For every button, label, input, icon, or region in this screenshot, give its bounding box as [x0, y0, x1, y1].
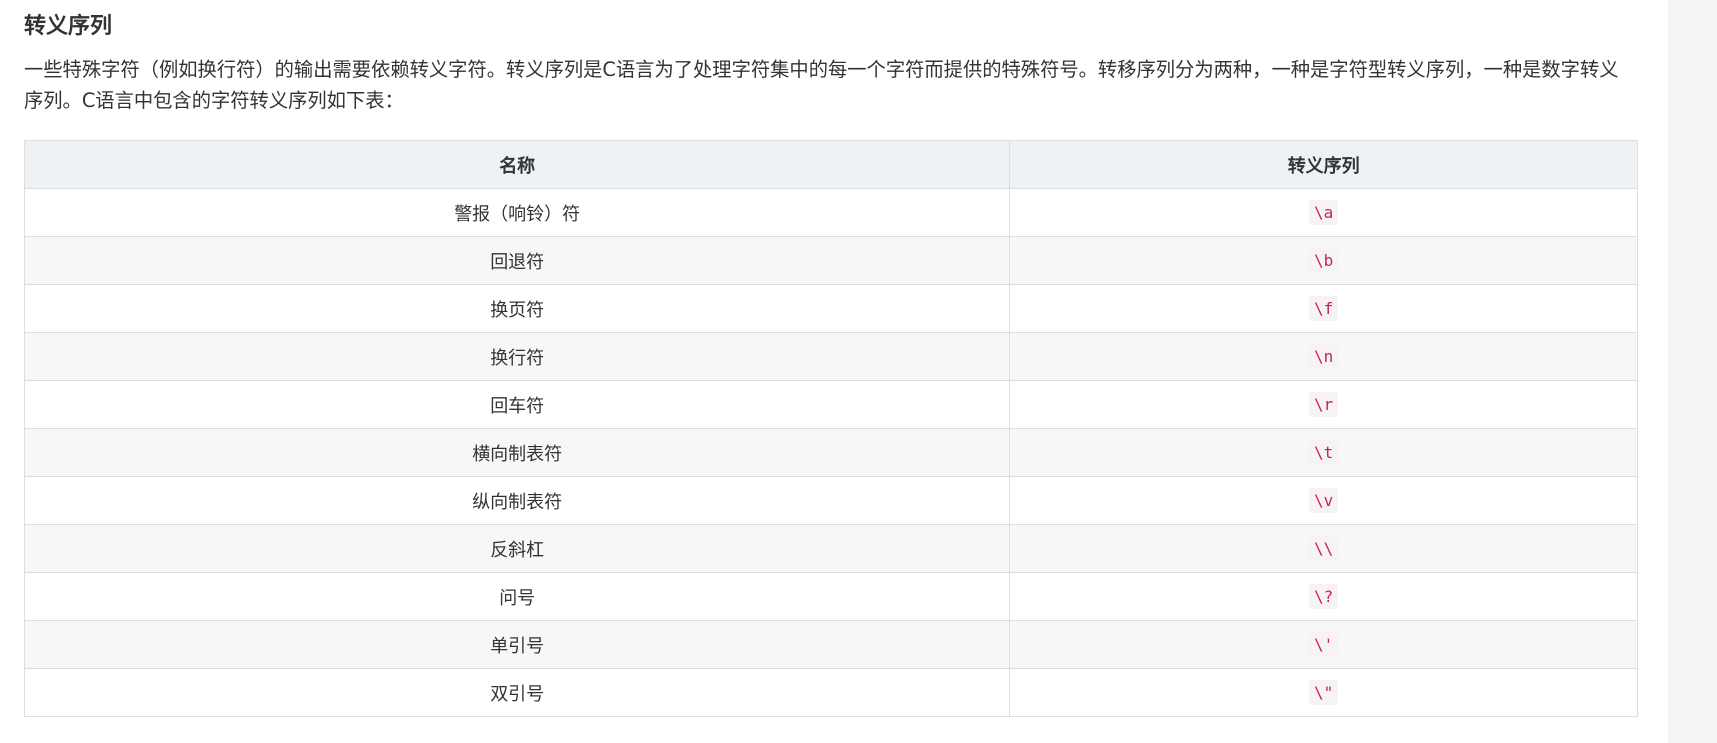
section-heading: 转义序列 — [24, 14, 113, 39]
escape-code: \? — [1309, 584, 1339, 609]
escape-code: \\ — [1309, 536, 1339, 561]
table-row: 换行符 \n — [23, 332, 1638, 381]
page: 转义序列 一些特殊字符（例如换行符）的输出需要依赖转义字符。转义序列是C语言为了… — [0, 0, 1717, 743]
row-sequence-cell: \n — [1009, 332, 1638, 381]
table-row: 换页符 \f — [23, 284, 1638, 333]
escape-code: \" — [1309, 680, 1339, 705]
row-name-cell: 单引号 — [23, 620, 1011, 669]
table-row: 警报（响铃）符 \a — [23, 188, 1638, 237]
article-content: 转义序列 一些特殊字符（例如换行符）的输出需要依赖转义字符。转义序列是C语言为了… — [23, 0, 1638, 717]
right-sidebar-gutter — [1668, 0, 1717, 743]
row-name-cell: 纵向制表符 — [23, 476, 1011, 525]
row-sequence-cell: \\ — [1009, 524, 1638, 573]
table-row: 反斜杠 \\ — [23, 524, 1638, 573]
escape-sequence-table: 名称 转义序列 警报（响铃）符 \a 回退符 \b 换页符 \f 换行符 \n … — [23, 140, 1638, 717]
table-row: 双引号 \" — [23, 668, 1638, 717]
escape-code: \' — [1309, 632, 1339, 657]
escape-code: \v — [1309, 488, 1339, 513]
column-header-sequence: 转义序列 — [1009, 140, 1638, 189]
escape-code: \n — [1309, 344, 1339, 369]
row-sequence-cell: \f — [1009, 284, 1638, 333]
row-sequence-cell: \? — [1009, 572, 1638, 621]
row-sequence-cell: \r — [1009, 380, 1638, 429]
table-row: 回车符 \r — [23, 380, 1638, 429]
row-sequence-cell: \v — [1009, 476, 1638, 525]
row-name-cell: 双引号 — [23, 668, 1011, 717]
row-sequence-cell: \t — [1009, 428, 1638, 477]
row-name-cell: 换页符 — [23, 284, 1011, 333]
row-name-cell: 反斜杠 — [23, 524, 1011, 573]
table-row: 纵向制表符 \v — [23, 476, 1638, 525]
table-row: 横向制表符 \t — [23, 428, 1638, 477]
table-header-row: 名称 转义序列 — [23, 140, 1638, 189]
row-name-cell: 回退符 — [23, 236, 1011, 285]
table-row: 单引号 \' — [23, 620, 1638, 669]
row-sequence-cell: \a — [1009, 188, 1638, 237]
escape-code: \t — [1309, 440, 1339, 465]
intro-paragraph: 一些特殊字符（例如换行符）的输出需要依赖转义字符。转义序列是C语言为了处理字符集… — [24, 58, 1619, 112]
row-sequence-cell: \" — [1009, 668, 1638, 717]
table-row: 回退符 \b — [23, 236, 1638, 285]
row-name-cell: 问号 — [23, 572, 1011, 621]
escape-code: \f — [1309, 296, 1339, 321]
table-row: 问号 \? — [23, 572, 1638, 621]
escape-code: \b — [1309, 248, 1339, 273]
row-sequence-cell: \b — [1009, 236, 1638, 285]
row-sequence-cell: \' — [1009, 620, 1638, 669]
row-name-cell: 警报（响铃）符 — [23, 188, 1011, 237]
row-name-cell: 回车符 — [23, 380, 1011, 429]
row-name-cell: 横向制表符 — [23, 428, 1011, 477]
escape-code: \r — [1309, 392, 1339, 417]
column-header-name: 名称 — [23, 140, 1011, 189]
escape-code: \a — [1309, 200, 1339, 225]
row-name-cell: 换行符 — [23, 332, 1011, 381]
